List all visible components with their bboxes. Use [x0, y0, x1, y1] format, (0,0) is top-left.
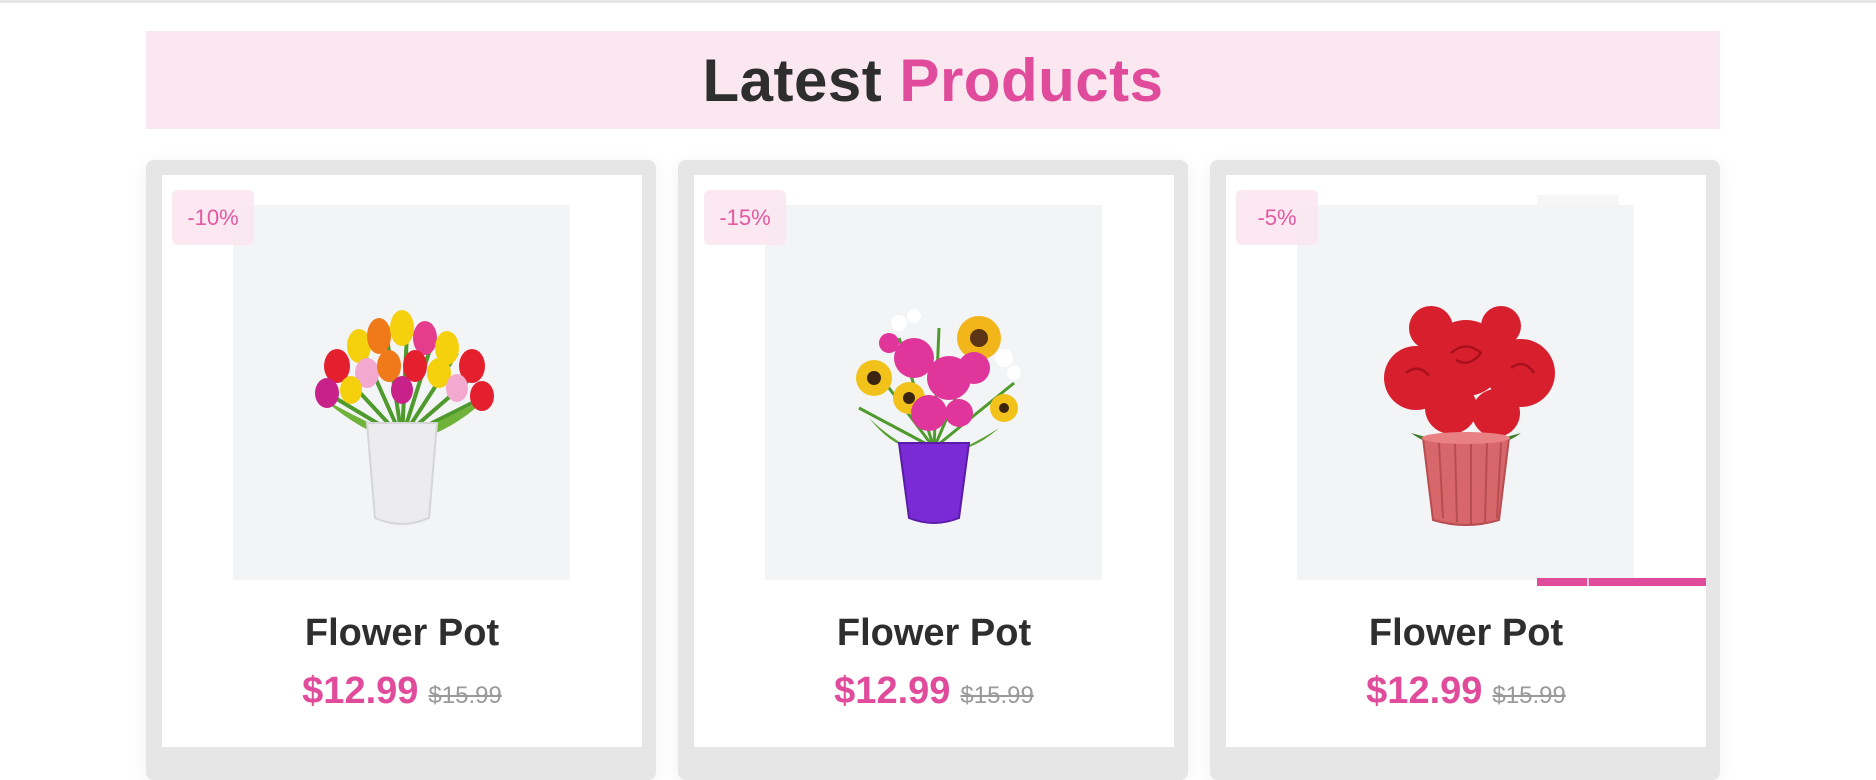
product-card[interactable]: -10% Flower Pot $12.99 $15.99 [146, 160, 656, 780]
product-name[interactable]: Flower Pot [162, 612, 642, 655]
price-current: $12.99 [834, 670, 951, 712]
latest-products-section: Latest Products -10% Flower Pot $12.99 $… [146, 31, 1720, 780]
product-grid: -10% Flower Pot $12.99 $15.99 -15% Flowe… [146, 160, 1720, 780]
price-row: $12.99 $15.99 [1226, 670, 1706, 713]
product-image[interactable] [233, 205, 570, 580]
price-old: $15.99 [1492, 682, 1566, 709]
price-current: $12.99 [1366, 670, 1483, 712]
section-title-accent: Products [899, 46, 1164, 114]
section-title: Latest Products [703, 46, 1164, 115]
mixed-bouquet-icon [855, 308, 1021, 524]
product-card[interactable]: -5% Flower Pot $12.99 $15.99 [1210, 160, 1720, 780]
product-card-body: -5% Flower Pot $12.99 $15.99 [1226, 175, 1706, 747]
top-divider [0, 0, 1876, 3]
red-roses-icon [1383, 305, 1555, 526]
price-row: $12.99 $15.99 [694, 670, 1174, 713]
section-title-main: Latest [702, 46, 883, 114]
product-image[interactable] [1297, 205, 1634, 580]
image-slider-indicator [1537, 578, 1706, 586]
price-old: $15.99 [960, 682, 1034, 709]
image-slider-divider [1587, 578, 1589, 586]
product-name[interactable]: Flower Pot [694, 612, 1174, 655]
discount-badge: -15% [704, 190, 786, 245]
product-image[interactable] [765, 205, 1102, 580]
price-row: $12.99 $15.99 [162, 670, 642, 713]
price-old: $15.99 [428, 682, 502, 709]
product-card-body: -10% Flower Pot $12.99 $15.99 [162, 175, 642, 747]
product-name[interactable]: Flower Pot [1226, 612, 1706, 655]
price-current: $12.99 [302, 670, 419, 712]
discount-badge: -5% [1236, 190, 1318, 245]
section-heading-banner: Latest Products [146, 31, 1720, 129]
product-card[interactable]: -15% Flower Pot $12.99 $15.99 [678, 160, 1188, 780]
tulip-bouquet-icon [314, 309, 494, 525]
product-card-body: -15% Flower Pot $12.99 $15.99 [694, 175, 1174, 747]
discount-badge: -10% [172, 190, 254, 245]
